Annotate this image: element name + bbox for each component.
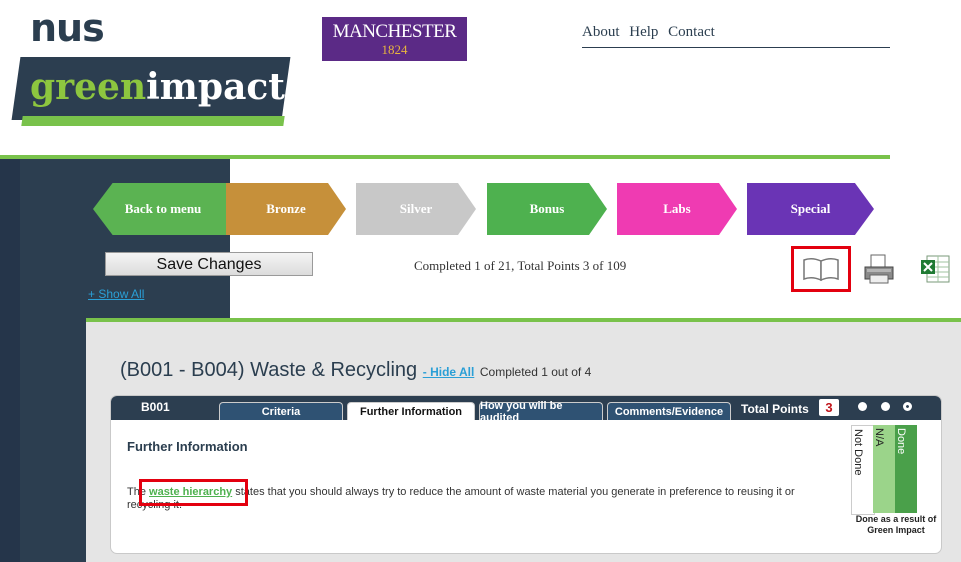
side-band-edge — [0, 159, 20, 562]
bonus-level-button[interactable]: Bonus — [487, 183, 607, 235]
total-points-label: Total Points — [741, 402, 809, 416]
section-title: (B001 - B004) Waste & Recycling — [120, 359, 418, 381]
status-radio-not-done[interactable] — [858, 402, 867, 411]
save-changes-button[interactable]: Save Changes — [105, 252, 313, 276]
green-impact-logo: greenimpact — [30, 66, 285, 108]
book-icon — [803, 257, 839, 282]
status-radio-done[interactable] — [903, 402, 912, 411]
total-points-value: 3 — [819, 399, 839, 416]
tab-further-information[interactable]: Further Information — [347, 402, 475, 420]
status-radio-na[interactable] — [881, 402, 890, 411]
green-impact-logo-stripe — [21, 116, 285, 126]
manchester-logo: MANCHESTER 1824 — [322, 17, 467, 61]
nav-about-link[interactable]: About — [582, 24, 620, 40]
hide-all-link[interactable]: - Hide All — [423, 365, 475, 379]
tab-criteria[interactable]: Criteria — [219, 402, 343, 420]
nav-contact-link[interactable]: Contact — [668, 24, 715, 40]
progress-summary: Completed 1 of 21, Total Points 3 of 109 — [414, 258, 627, 273]
criterion-code: B001 — [141, 400, 170, 414]
green-impact-result-label: Done as a result of Green Impact — [855, 514, 937, 535]
manchester-logo-name: MANCHESTER — [332, 21, 457, 42]
special-level-button[interactable]: Special — [747, 183, 874, 235]
status-column-not-done: Not Done — [851, 425, 875, 515]
section-header: (B001 - B004) Waste & Recycling - Hide A… — [120, 359, 591, 382]
excel-icon[interactable] — [919, 252, 951, 284]
show-all-link[interactable]: + Show All — [88, 287, 144, 301]
back-to-menu-button[interactable]: Back to menu — [93, 183, 233, 235]
silver-level-button[interactable]: Silver — [356, 183, 476, 235]
nav-help-link[interactable]: Help — [629, 24, 658, 40]
manchester-logo-year: 1824 — [381, 42, 408, 57]
book-icon-button[interactable] — [791, 246, 851, 292]
further-info-title: Further Information — [127, 439, 248, 454]
section-completed-count: Completed 1 out of 4 — [479, 365, 592, 379]
nav-divider — [582, 47, 890, 48]
tab-how-audited[interactable]: How you will be audited — [479, 400, 603, 424]
printer-icon[interactable] — [862, 253, 896, 285]
top-nav: About Help Contact — [582, 24, 721, 41]
bronze-level-button[interactable]: Bronze — [226, 183, 346, 235]
criterion-card: B001 Criteria Further Information How yo… — [110, 395, 942, 554]
tab-comments-evidence[interactable]: Comments/Evidence — [607, 402, 731, 420]
labs-level-button[interactable]: Labs — [617, 183, 737, 235]
nus-logo: nus — [30, 6, 105, 50]
link-highlight-box — [139, 479, 248, 506]
status-column-na: N/A — [873, 425, 895, 513]
status-column-done: Done — [895, 425, 917, 513]
